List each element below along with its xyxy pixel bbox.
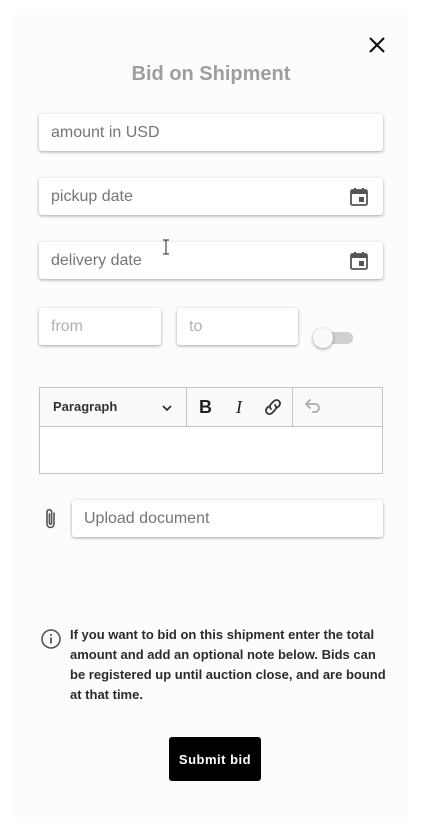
to-input[interactable]: to (177, 308, 298, 345)
amount-placeholder: amount in USD (51, 123, 160, 141)
delivery-date-input[interactable]: delivery date (39, 242, 383, 279)
from-input[interactable]: from (39, 308, 161, 345)
close-button[interactable] (366, 34, 388, 56)
pickup-date-input[interactable]: pickup date (39, 178, 383, 215)
chevron-down-icon (162, 405, 172, 412)
toggle-switch[interactable] (313, 328, 355, 348)
toggle-knob (313, 328, 333, 348)
text-cursor-icon (163, 239, 169, 255)
amount-input[interactable]: amount in USD (39, 114, 383, 151)
link-button[interactable] (261, 395, 285, 419)
calendar-icon[interactable] (349, 251, 369, 271)
from-placeholder: from (51, 317, 83, 335)
note-editor: Paragraph B I (39, 387, 383, 474)
calendar-icon[interactable] (349, 187, 369, 207)
italic-icon: I (236, 397, 242, 417)
undo-icon (305, 399, 320, 413)
pickup-date-placeholder: pickup date (51, 187, 133, 205)
paperclip-icon[interactable] (42, 507, 60, 531)
dialog-title: Bid on Shipment (131, 63, 291, 85)
bid-dialog: Bid on Shipment amount in USD pickup dat… (14, 14, 408, 818)
italic-button[interactable]: I (228, 395, 252, 419)
upload-document-input[interactable]: Upload document (72, 500, 383, 537)
toolbar-divider (292, 388, 293, 426)
editor-toolbar: Paragraph B I (40, 388, 382, 427)
undo-button[interactable] (301, 395, 325, 419)
delivery-date-placeholder: delivery date (51, 251, 142, 269)
heading-select-value: Paragraph (53, 399, 118, 414)
heading-select[interactable]: Paragraph (40, 388, 187, 426)
submit-bid-button[interactable]: Submit bid (169, 737, 261, 781)
link-icon (265, 399, 281, 415)
editor-content[interactable] (40, 427, 382, 473)
bold-icon: B (199, 397, 212, 417)
close-icon (369, 37, 385, 53)
to-placeholder: to (189, 317, 203, 335)
info-message: If you want to bid on this shipment ente… (70, 627, 386, 702)
bold-button[interactable]: B (194, 395, 218, 419)
upload-placeholder: Upload document (84, 509, 210, 527)
info-icon (41, 629, 61, 649)
